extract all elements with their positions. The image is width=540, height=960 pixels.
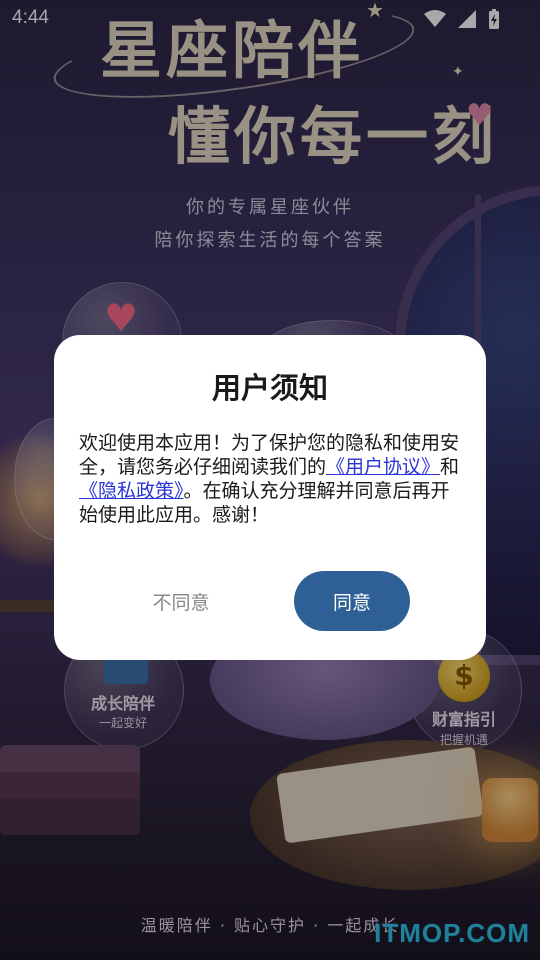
disagree-button[interactable]: 不同意	[126, 572, 236, 630]
body-and: 和	[440, 456, 460, 478]
privacy-policy-link[interactable]: 《隐私政策》	[79, 480, 184, 502]
dialog-body: 欢迎使用本应用！为了保护您的隐私和使用安全，请您务必仔细阅读我们的《用户协议》和…	[79, 431, 461, 527]
user-notice-dialog: 用户须知 欢迎使用本应用！为了保护您的隐私和使用安全，请您务必仔细阅读我们的《用…	[54, 335, 486, 660]
dialog-title: 用户须知	[211, 371, 328, 405]
user-agreement-link[interactable]: 《用户协议》	[326, 456, 440, 478]
agree-button[interactable]: 同意	[294, 571, 410, 631]
